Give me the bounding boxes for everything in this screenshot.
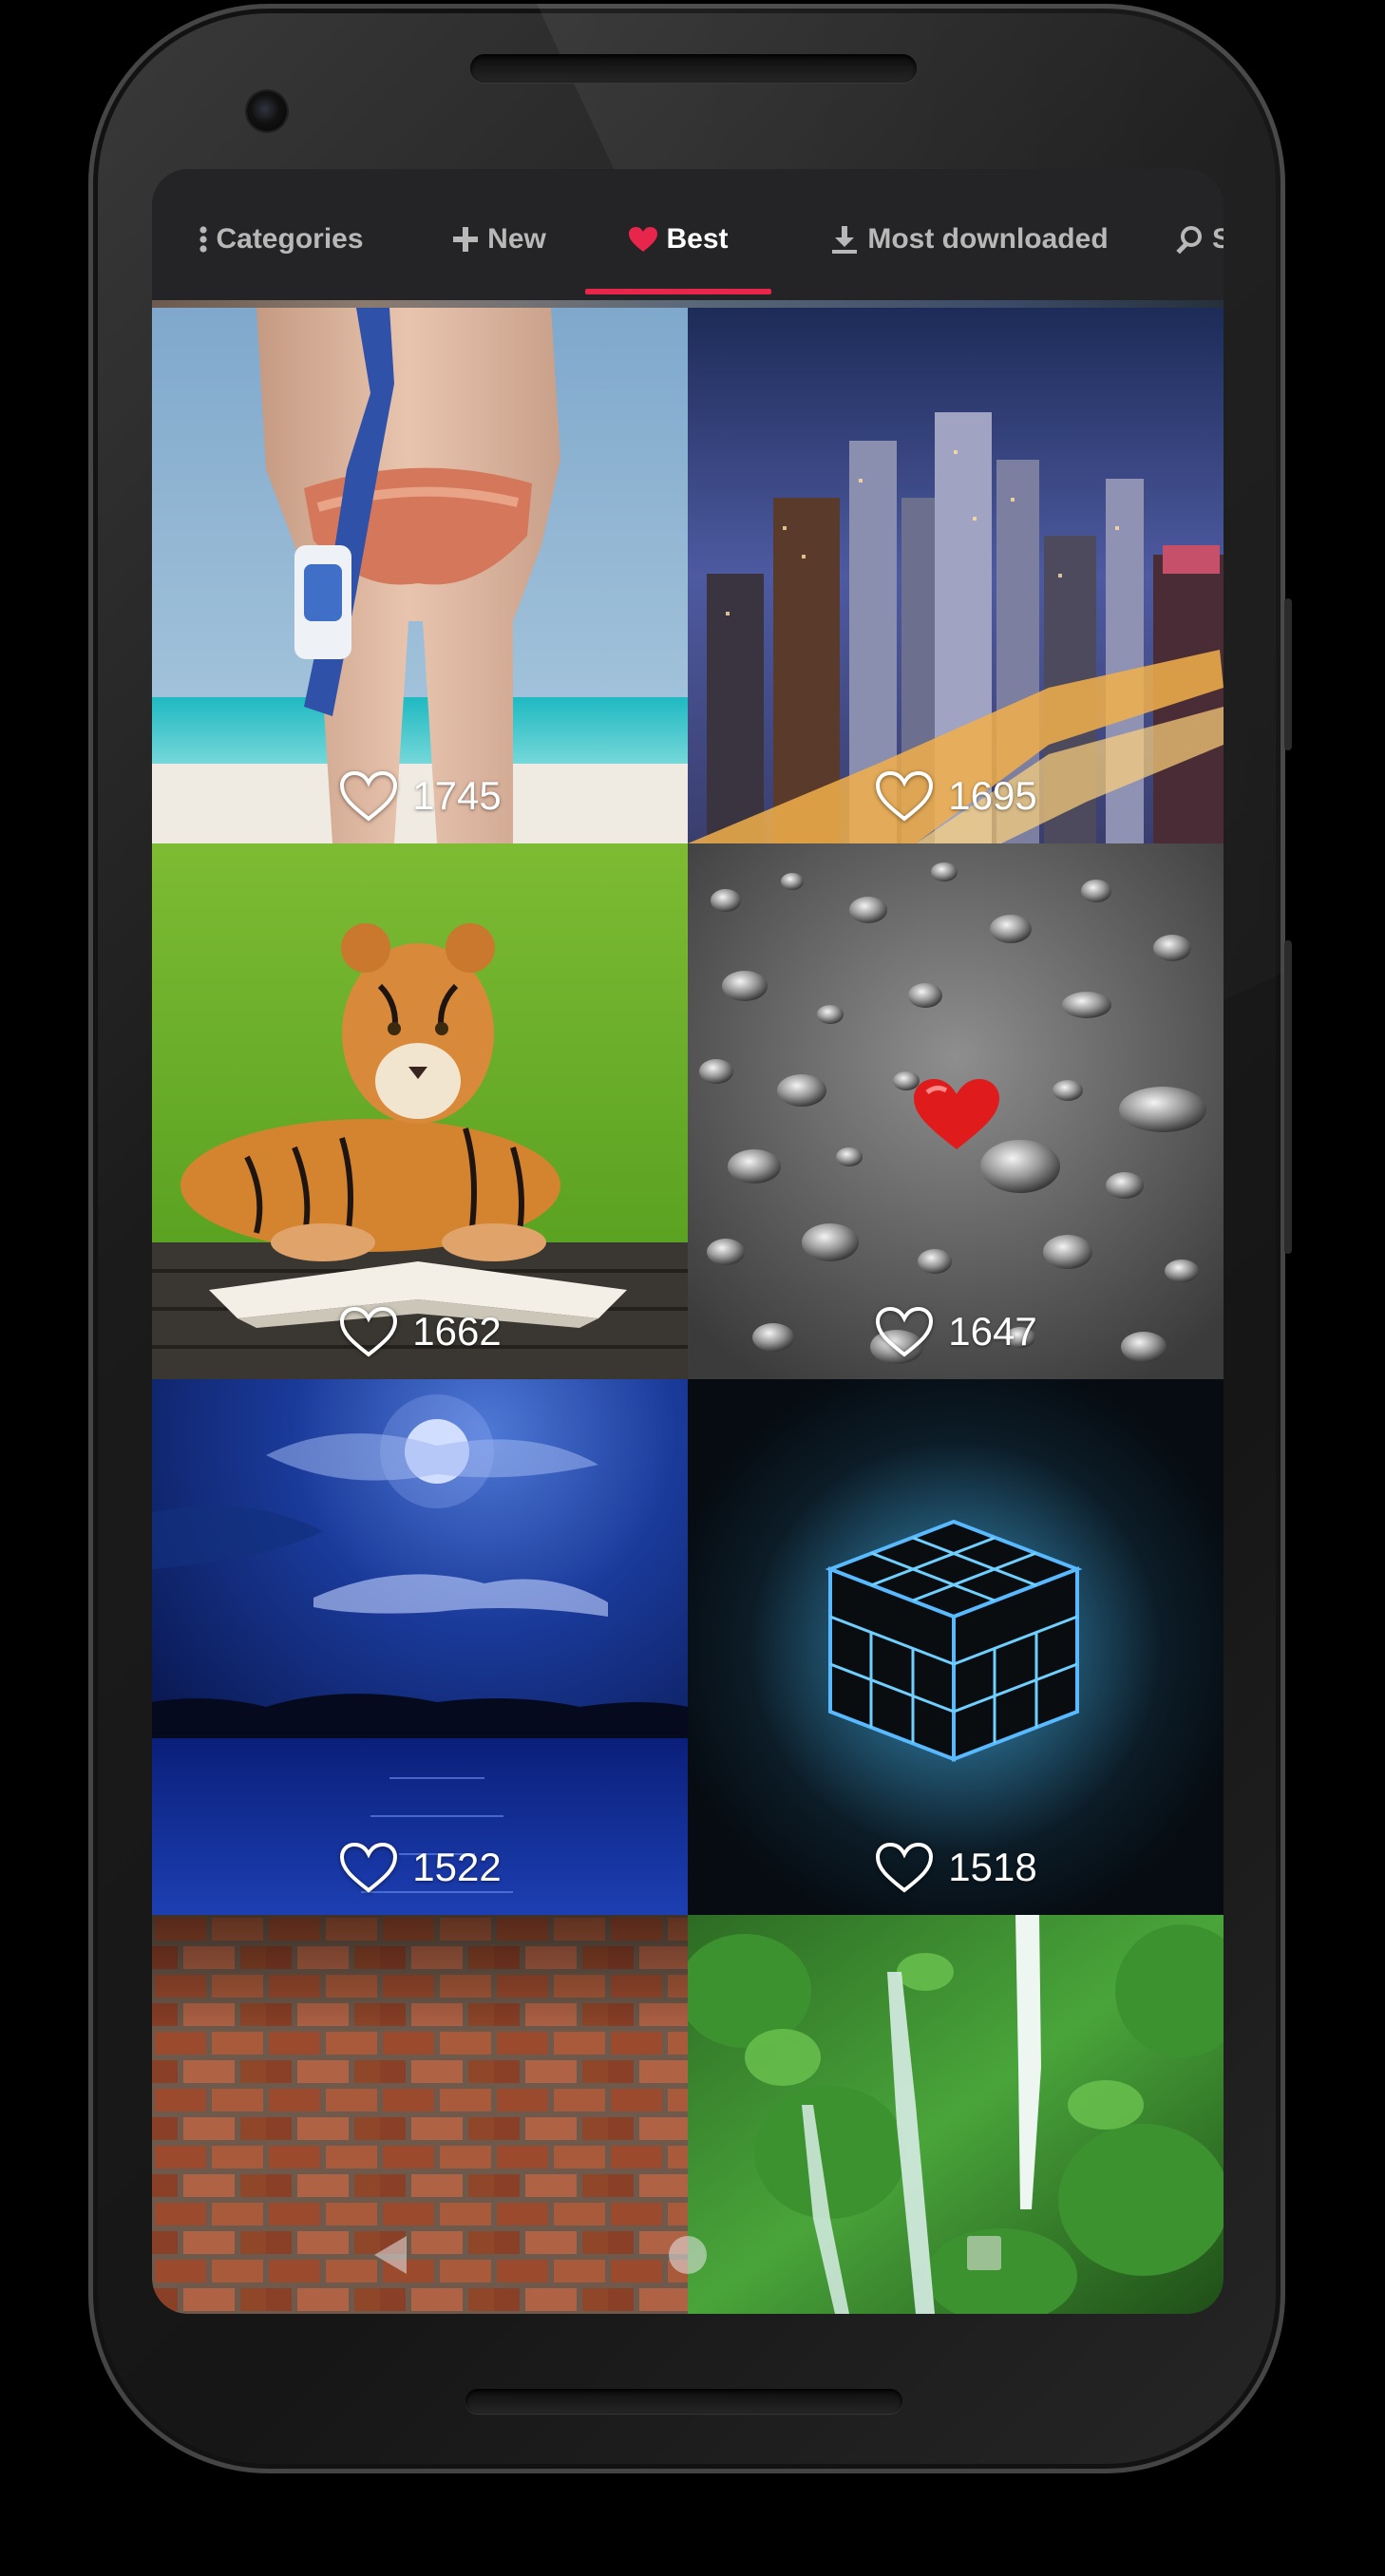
like-count: 1745 <box>152 769 688 823</box>
like-count-value: 1695 <box>948 773 1037 818</box>
tab-label: Most downloaded <box>867 223 1109 255</box>
volume-button <box>1284 940 1292 1254</box>
wallpaper-image <box>152 308 688 843</box>
like-count-value: 1662 <box>412 1309 502 1354</box>
heart-outline-icon <box>876 1842 934 1893</box>
wallpaper-tile[interactable]: 1662 <box>152 843 688 1379</box>
like-count-value: 1522 <box>412 1845 502 1889</box>
recents-icon[interactable] <box>965 2234 1003 2272</box>
heart-outline-icon <box>340 1842 398 1893</box>
wallpaper-image <box>152 843 688 1379</box>
system-navigation-bar <box>152 2217 1224 2293</box>
tab-label: S <box>1212 223 1224 255</box>
wallpaper-tile[interactable]: 1518 <box>688 1379 1224 1915</box>
heart-outline-icon <box>340 1306 398 1357</box>
wallpaper-image <box>688 1379 1224 1915</box>
like-count-value: 1745 <box>412 773 502 818</box>
wallpaper-tile[interactable]: 1647 <box>688 843 1224 1379</box>
tab-best[interactable]: Best <box>585 169 771 300</box>
plus-icon <box>453 227 479 252</box>
like-count: 1662 <box>152 1305 688 1358</box>
heart-icon <box>629 227 658 252</box>
like-count: 1518 <box>688 1841 1224 1894</box>
like-count: 1522 <box>152 1841 688 1894</box>
search-icon <box>1176 226 1202 255</box>
heart-outline-icon <box>876 770 934 822</box>
wallpaper-tile[interactable]: 1745 <box>152 308 688 843</box>
tab-label: Categories <box>216 223 364 255</box>
wallpaper-tile[interactable]: 1522 <box>152 1379 688 1915</box>
power-button <box>1284 598 1292 750</box>
like-count: 1695 <box>688 769 1224 823</box>
more-vertical-icon <box>199 226 208 253</box>
wallpaper-image <box>152 1379 688 1915</box>
wallpaper-tile[interactable]: 1695 <box>688 308 1224 843</box>
bottom-speaker <box>465 2389 902 2414</box>
active-tab-indicator <box>585 289 771 294</box>
like-count-value: 1647 <box>948 1309 1037 1354</box>
app-screen: Categories New Best Most downloaded S 17… <box>152 169 1224 2314</box>
tab-label: Best <box>666 223 729 255</box>
tab-categories[interactable]: Categories <box>186 169 376 300</box>
like-count-value: 1518 <box>948 1845 1037 1889</box>
heart-outline-icon <box>340 770 398 822</box>
heart-outline-icon <box>876 1306 934 1357</box>
wallpaper-image <box>688 843 1224 1379</box>
home-icon[interactable] <box>667 2234 709 2276</box>
tab-search[interactable]: S <box>1174 169 1224 300</box>
wallpaper-image <box>688 308 1224 843</box>
like-count: 1647 <box>688 1305 1224 1358</box>
earpiece-speaker <box>470 54 917 83</box>
back-icon[interactable] <box>372 2234 410 2276</box>
download-icon <box>832 226 858 254</box>
tab-most-downloaded[interactable]: Most downloaded <box>807 169 1130 300</box>
front-camera <box>247 91 287 131</box>
tab-new[interactable]: New <box>427 169 570 300</box>
tab-bar: Categories New Best Most downloaded S <box>152 169 1224 300</box>
tab-label: New <box>487 223 546 255</box>
